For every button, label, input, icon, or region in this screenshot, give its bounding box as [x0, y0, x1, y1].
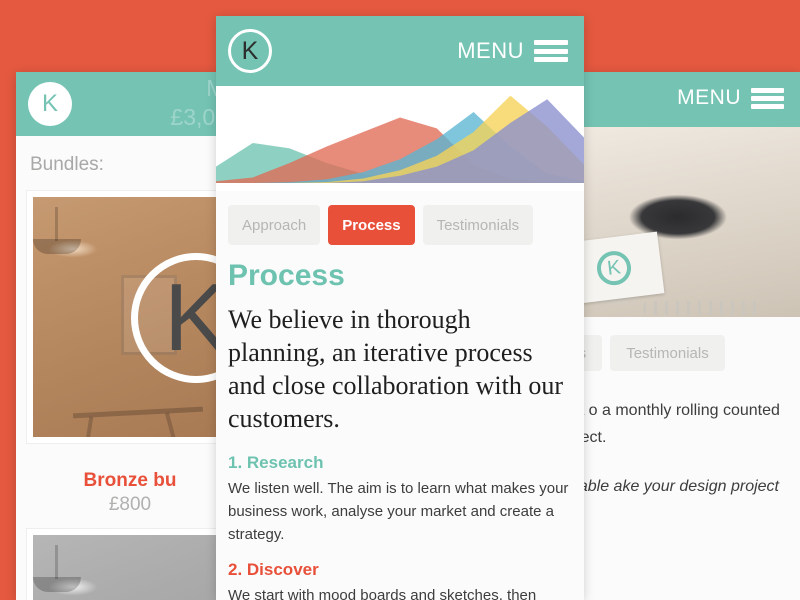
bundle-item[interactable] — [26, 528, 234, 600]
back-card-hero-photo: K — [583, 127, 800, 317]
tab-testimonials[interactable]: Testimonials — [422, 205, 534, 245]
tab-approach[interactable]: Approach — [228, 205, 321, 245]
tab-process[interactable]: ocess — [583, 335, 603, 371]
process-step: 2. Discover We start with mood boards an… — [228, 560, 572, 600]
lamp-decoration — [33, 545, 81, 592]
step-body: We listen well. The aim is to learn what… — [228, 480, 569, 543]
back-card-tabs[interactable]: ocess Testimonials — [583, 317, 800, 371]
lamp-decoration — [33, 207, 81, 254]
logo-k-icon[interactable]: K — [228, 29, 272, 73]
hero-area-chart — [216, 86, 584, 191]
middle-card[interactable]: K Mobile £3,000 - £ Bundles: K Bronze bu… — [16, 72, 244, 600]
middle-card-header: K Mobile £3,000 - £ — [16, 72, 244, 136]
business-card-stack: K — [583, 231, 665, 305]
hamburger-icon[interactable] — [751, 87, 784, 109]
back-card-menu-button[interactable]: MENU — [677, 86, 784, 110]
bundle-price: £800 — [108, 494, 152, 515]
logo-k-icon: K — [595, 249, 633, 288]
bundle-item[interactable]: K — [26, 190, 234, 444]
bundle-photo-sepia: K — [33, 197, 227, 437]
step-heading: 2. Discover — [228, 560, 319, 579]
step-heading: 1. Research — [228, 453, 324, 472]
step-body: We start with mood boards and sketches, … — [228, 587, 537, 600]
logo-k-icon[interactable]: K — [28, 82, 72, 126]
logo-k-overlay-icon: K — [131, 253, 227, 383]
tab-testimonials[interactable]: Testimonials — [610, 335, 725, 371]
page-title: Process — [228, 259, 345, 292]
back-card-paragraph-italic: nd our prices reasonable ake your design… — [583, 478, 779, 495]
bundle-photo-grayscale — [33, 535, 227, 600]
bundle-title: Bronze bu — [83, 470, 177, 491]
front-card-menu-label: MENU — [457, 38, 524, 63]
hamburger-icon[interactable] — [534, 40, 568, 62]
lede-paragraph: We believe in thorough planning, an iter… — [228, 305, 564, 433]
back-card-menu-label: MENU — [677, 86, 741, 109]
tab-process[interactable]: Process — [328, 205, 415, 245]
front-card-tabs[interactable]: Approach Process Testimonials — [216, 191, 584, 245]
back-card-header: MENU — [583, 72, 800, 127]
front-card-body: Process We believe in thorough planning,… — [216, 245, 584, 600]
front-card[interactable]: K MENU Approach Process Testimonials Pro… — [216, 16, 584, 600]
back-card-body: : we can also quote a o a monthly rollin… — [583, 371, 793, 500]
front-card-header: K MENU — [216, 16, 584, 86]
desk-decoration — [72, 406, 204, 419]
bundles-label: Bundles: — [30, 154, 104, 175]
paperclips-decoration — [643, 301, 763, 315]
back-card[interactable]: MENU K ocess Testimonials : we can also … — [583, 72, 800, 600]
process-step: 1. Research We listen well. The aim is t… — [228, 453, 572, 546]
front-card-menu-button[interactable]: MENU — [457, 38, 568, 64]
back-card-paragraph: : we can also quote a o a monthly rollin… — [583, 402, 780, 446]
